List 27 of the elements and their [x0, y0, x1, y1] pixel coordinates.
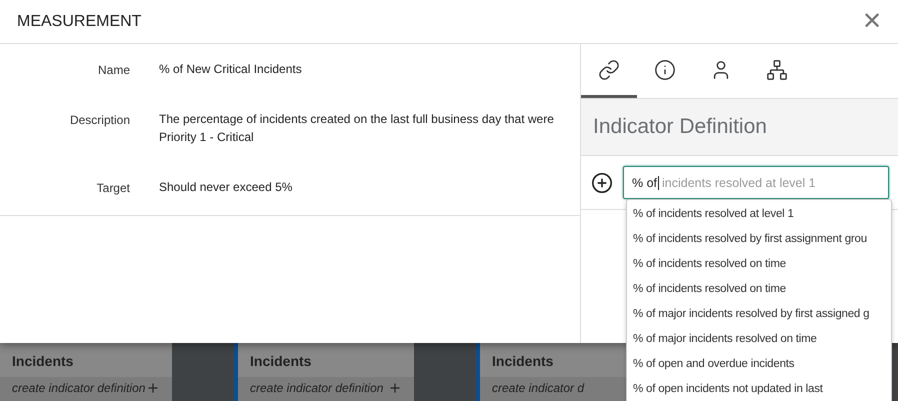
- close-button[interactable]: ✕: [862, 7, 882, 36]
- field-value: The percentage of incidents created on the last full business day that were Priority 1 - Critical: [159, 111, 555, 146]
- suggestion-item[interactable]: % of open incidents not updated in last: [627, 377, 891, 401]
- field-label: Name: [96, 63, 130, 78]
- suggestion-item[interactable]: % of open and overdue incidents: [627, 352, 891, 377]
- plus-icon[interactable]: [388, 381, 402, 395]
- suggestion-item[interactable]: % of incidents resolved on time: [627, 277, 891, 302]
- field-value: % of New Critical Incidents: [159, 61, 303, 78]
- card-title: Incidents: [250, 353, 312, 369]
- link-icon: [598, 58, 620, 80]
- field-value: Should never exceed 5%: [159, 179, 294, 196]
- field-label: Description: [68, 113, 130, 129]
- card-title: Incidents: [492, 353, 554, 369]
- hierarchy-icon: [766, 58, 788, 80]
- card-title: Incidents: [12, 353, 74, 369]
- panel-heading: Indicator Definition: [581, 99, 898, 156]
- plus-icon[interactable]: [146, 381, 160, 395]
- add-icon[interactable]: [591, 172, 613, 194]
- info-icon: [654, 58, 676, 80]
- create-definition-link[interactable]: create indicator d: [492, 381, 584, 401]
- suggestion-item[interactable]: % of incidents resolved at level 1: [627, 202, 891, 227]
- suggestion-item[interactable]: % of major incidents resolved by first assigned g: [627, 302, 891, 327]
- dialog-title: MEASUREMENT: [17, 12, 142, 30]
- suggestion-item[interactable]: % of incidents resolved by first assignment grou: [627, 227, 891, 252]
- field-label: Target: [96, 181, 130, 196]
- suggestion-item[interactable]: % of major incidents resolved on time: [627, 327, 891, 352]
- suggestion-item[interactable]: % of incidents resolved on time: [627, 252, 891, 277]
